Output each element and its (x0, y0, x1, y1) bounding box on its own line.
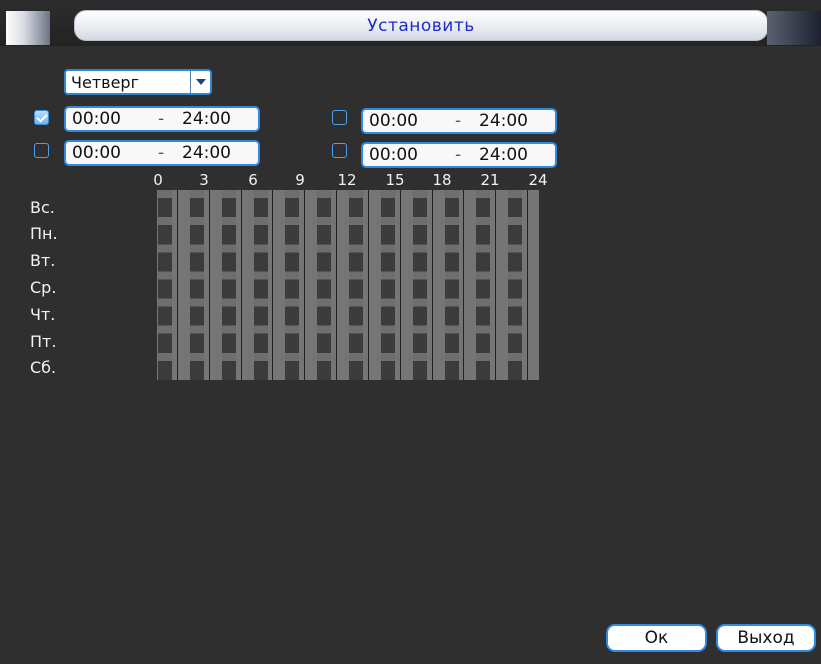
hour-label: 21 (480, 171, 500, 189)
period-3-time-field[interactable]: 00:00 - 24:00 (361, 108, 557, 134)
schedule-grid-column[interactable] (285, 190, 299, 380)
period-3-separator: - (455, 111, 462, 131)
day-select[interactable]: Четверг (64, 69, 212, 95)
schedule-grid-column[interactable] (158, 190, 172, 380)
schedule-grid-column[interactable] (476, 190, 490, 380)
title-bar-left-accent (6, 11, 50, 45)
period-1-start: 00:00 (72, 109, 121, 129)
schedule-grid-divider (463, 190, 464, 380)
schedule-grid-column[interactable] (254, 190, 268, 380)
period-3-start: 00:00 (369, 111, 418, 131)
period-1-time-field[interactable]: 00:00 - 24:00 (64, 106, 260, 132)
schedule-grid-divider (400, 190, 401, 380)
hour-label: 12 (337, 171, 357, 189)
day-label-thursday: Чт. (30, 305, 56, 324)
hour-label: 24 (528, 171, 548, 189)
period-3-checkbox[interactable] (332, 110, 347, 125)
schedule-grid-divider (527, 190, 528, 380)
hour-label: 6 (248, 171, 258, 189)
hour-label: 3 (199, 171, 209, 189)
schedule-grid-divider (177, 190, 178, 380)
schedule-grid-divider (432, 190, 433, 380)
day-select-value: Четверг (71, 72, 139, 92)
period-4-separator: - (455, 145, 462, 165)
schedule-grid-column[interactable] (222, 190, 236, 380)
title-pill: Установить (74, 10, 768, 41)
day-label-sunday: Вс. (30, 198, 55, 217)
period-4-end: 24:00 (479, 145, 528, 165)
window-title: Установить (367, 15, 475, 36)
period-2-start: 00:00 (72, 143, 121, 163)
period-4-checkbox[interactable] (332, 143, 347, 158)
hour-label: 9 (295, 171, 305, 189)
title-bar: Установить (0, 0, 821, 46)
schedule-grid-column[interactable] (317, 190, 331, 380)
period-1-end: 24:00 (182, 109, 231, 129)
schedule-grid-column[interactable] (190, 190, 204, 380)
period-1-checkbox[interactable] (34, 110, 49, 125)
schedule-grid-divider (368, 190, 369, 380)
schedule-grid-divider (495, 190, 496, 380)
period-4-time-field[interactable]: 00:00 - 24:00 (361, 142, 557, 168)
hour-label: 18 (432, 171, 452, 189)
period-2-time-field[interactable]: 00:00 - 24:00 (64, 140, 260, 166)
period-2-end: 24:00 (182, 143, 231, 163)
exit-button[interactable]: Выход (716, 624, 816, 652)
day-label-monday: Пн. (30, 224, 58, 243)
day-label-tuesday: Вт. (30, 251, 56, 270)
period-2-checkbox[interactable] (34, 143, 49, 158)
hour-label: 15 (385, 171, 405, 189)
ok-button[interactable]: Ок (606, 624, 707, 652)
schedule-grid-divider (272, 190, 273, 380)
period-2-separator: - (158, 143, 165, 163)
schedule-grid-column[interactable] (349, 190, 363, 380)
chevron-down-icon[interactable] (190, 71, 210, 93)
schedule-grid-column[interactable] (413, 190, 427, 380)
schedule-grid-column[interactable] (508, 190, 522, 380)
schedule-grid-divider (304, 190, 305, 380)
schedule-grid-divider (336, 190, 337, 380)
schedule-grid-divider (209, 190, 210, 380)
period-3-end: 24:00 (479, 111, 528, 131)
title-bar-right-accent (767, 11, 821, 45)
hour-label: 0 (153, 171, 163, 189)
schedule-grid[interactable] (157, 190, 539, 380)
period-1-separator: - (158, 109, 165, 129)
schedule-grid-divider (241, 190, 242, 380)
schedule-grid-column[interactable] (381, 190, 395, 380)
period-4-start: 00:00 (369, 145, 418, 165)
schedule-grid-column[interactable] (445, 190, 459, 380)
day-label-saturday: Сб. (30, 358, 57, 377)
day-label-wednesday: Ср. (30, 278, 57, 297)
day-label-friday: Пт. (30, 332, 57, 351)
